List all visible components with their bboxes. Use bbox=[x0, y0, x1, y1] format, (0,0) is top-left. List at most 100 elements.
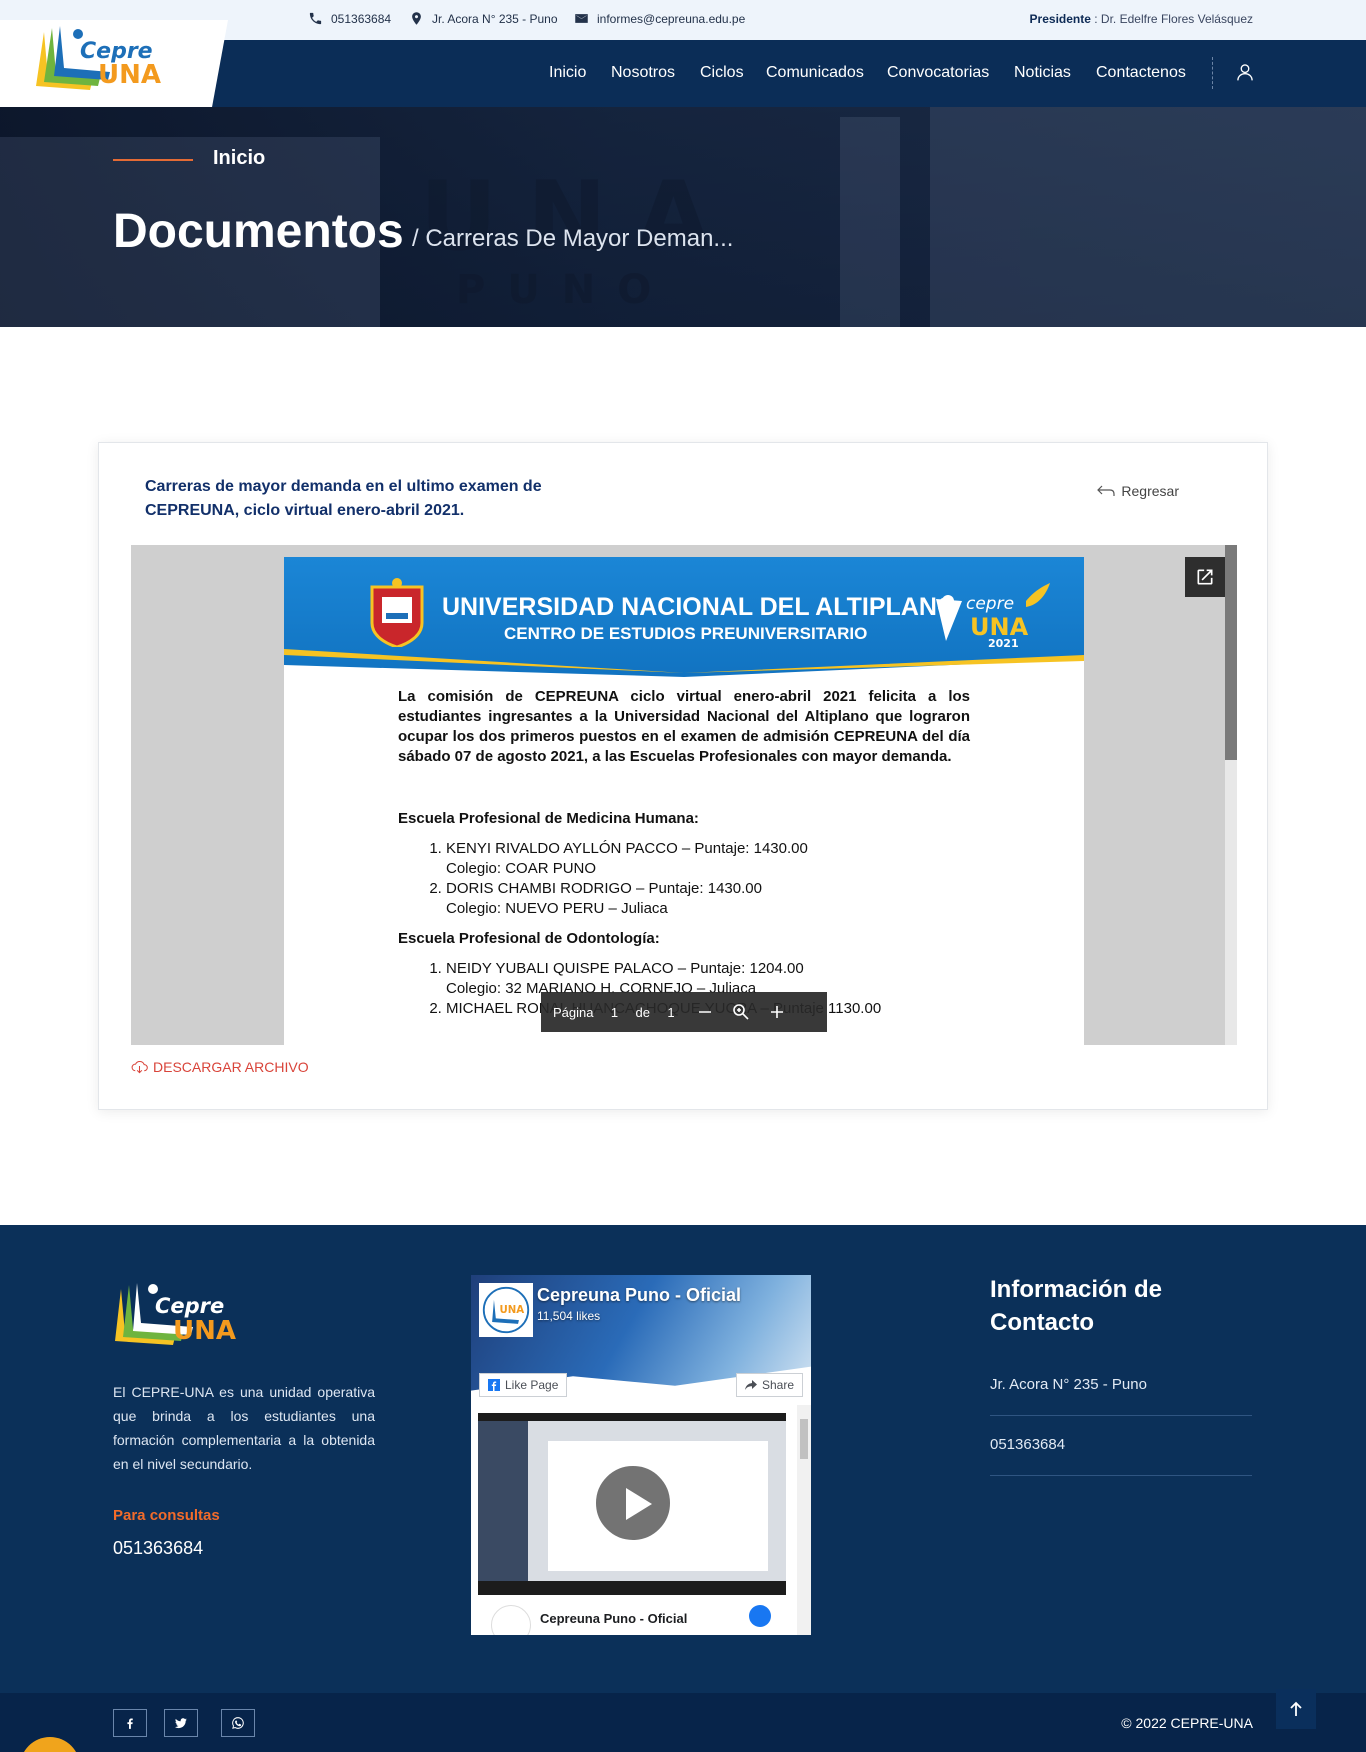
footer-consult-phone[interactable]: 051363684 bbox=[113, 1538, 203, 1559]
pdf-page-input[interactable]: 1 bbox=[603, 1005, 625, 1020]
whatsapp-icon bbox=[232, 1717, 244, 1729]
envelope-icon bbox=[575, 14, 588, 23]
topbar-email-text: informes@cepreuna.edu.pe bbox=[597, 11, 746, 26]
svg-text:UNA: UNA bbox=[500, 1305, 525, 1316]
viewer-scrollbar-thumb[interactable] bbox=[1225, 545, 1237, 760]
pdf-intro-paragraph: La comisión de CEPREUNA ciclo virtual en… bbox=[398, 688, 970, 765]
topbar-email[interactable]: informes@cepreuna.edu.pe bbox=[574, 11, 745, 26]
pdf-viewer[interactable]: UNIVERSIDAD NACIONAL DEL ALTIPLANO CENTR… bbox=[131, 545, 1237, 1045]
logo-una-text: UNA bbox=[98, 60, 161, 90]
fb-feed: Cepreuna Puno - Oficial bbox=[471, 1405, 811, 1635]
user-icon[interactable] bbox=[1235, 62, 1255, 82]
fb-page-likes: 11,504 likes bbox=[537, 1309, 601, 1323]
nav-item-noticias[interactable]: Noticias bbox=[1014, 64, 1071, 82]
topbar-address-text: Jr. Acora N° 235 - Puno bbox=[432, 11, 558, 26]
fb-page-name[interactable]: Cepreuna Puno - Oficial bbox=[537, 1285, 741, 1306]
pdf-of-label: de bbox=[635, 1004, 650, 1020]
topbar-president: Presidente : Dr. Edelfre Flores Velásque… bbox=[1030, 12, 1253, 26]
hero-accent-line bbox=[113, 159, 193, 161]
page-title: Documentos bbox=[113, 205, 404, 258]
twitter-button[interactable] bbox=[164, 1709, 198, 1737]
pdf-student-item: DORIS CHAMBI RODRIGO – Puntaje: 1430.00 C… bbox=[446, 879, 970, 919]
external-link-icon bbox=[1197, 569, 1213, 585]
pdf-student-line: DORIS CHAMBI RODRIGO – Puntaje: 1430.00 bbox=[446, 880, 762, 897]
breadcrumb-home[interactable]: Inicio bbox=[213, 147, 265, 170]
fb-post-avatar bbox=[491, 1605, 531, 1635]
download-button[interactable]: DESCARGAR ARCHIVO bbox=[131, 1059, 309, 1075]
phone-icon bbox=[309, 12, 322, 25]
pdf-school-heading: Escuela Profesional de Odontología: bbox=[398, 930, 660, 947]
zoom-out-button[interactable] bbox=[692, 999, 718, 1025]
site-logo[interactable]: Cepre UNA bbox=[0, 20, 228, 107]
fb-like-button[interactable]: Like Page bbox=[479, 1373, 568, 1397]
play-icon[interactable] bbox=[593, 1463, 673, 1543]
footer-logo-cepre: Cepre bbox=[155, 1294, 224, 1318]
fb-feed-scrollbar-thumb[interactable] bbox=[800, 1419, 808, 1459]
president-name: : Dr. Edelfre Flores Velásquez bbox=[1094, 12, 1253, 26]
nav-item-contactenos[interactable]: Contactenos bbox=[1096, 64, 1186, 82]
back-arrow-icon bbox=[1097, 485, 1116, 496]
facebook-f-icon bbox=[488, 1379, 500, 1391]
pdf-toolbar: Página 1 de 1 bbox=[541, 992, 827, 1032]
topbar-phone-text: 051363684 bbox=[331, 11, 392, 26]
open-external-button[interactable] bbox=[1185, 557, 1225, 597]
viewer-scrollbar[interactable] bbox=[1225, 545, 1237, 1045]
pdf-body: La comisión de CEPREUNA ciclo virtual en… bbox=[398, 687, 970, 1019]
zoom-in-button[interactable] bbox=[764, 999, 790, 1025]
minus-icon bbox=[698, 1011, 711, 1013]
pdf-student-item: KENYI RIVALDO AYLLÓN PACCO – Puntaje: 14… bbox=[446, 839, 970, 879]
back-button[interactable]: Regresar bbox=[1097, 483, 1179, 499]
nav-divider bbox=[1212, 57, 1213, 89]
plus-icon bbox=[770, 1006, 783, 1018]
hero-pillar-2 bbox=[930, 107, 1020, 327]
zoom-fit-button[interactable] bbox=[728, 999, 754, 1025]
nav-item-inicio[interactable]: Inicio bbox=[549, 64, 586, 82]
fb-share-button[interactable]: Share bbox=[735, 1373, 803, 1397]
page-hero: UNA PUNO Inicio Documentos / Carreras De… bbox=[0, 107, 1366, 327]
fb-video-post[interactable] bbox=[478, 1413, 786, 1595]
hero-pillar-1 bbox=[840, 117, 900, 327]
nav-item-comunicados[interactable]: Comunicados bbox=[766, 64, 864, 82]
pdf-student-list: KENYI RIVALDO AYLLÓN PACCO – Puntaje: 14… bbox=[398, 839, 970, 919]
nav-item-ciclos[interactable]: Ciclos bbox=[700, 64, 744, 82]
pdf-student-school: Colegio: COAR PUNO bbox=[446, 860, 597, 877]
footer-contact-address: Jr. Acora N° 235 - Puno bbox=[990, 1376, 1252, 1416]
una-seal-icon bbox=[370, 578, 424, 647]
magnifier-icon bbox=[733, 1004, 749, 1020]
pdf-logo-year: 2021 bbox=[988, 637, 1019, 649]
footer-logo[interactable]: Cepre UNA bbox=[113, 1275, 253, 1355]
whatsapp-button[interactable] bbox=[221, 1709, 255, 1737]
topbar-address: Jr. Acora N° 235 - Puno bbox=[409, 11, 558, 26]
fb-like-label: Like Page bbox=[505, 1378, 559, 1392]
svg-text:cepre: cepre bbox=[966, 594, 1014, 614]
facebook-page-widget[interactable]: UNA Cepreuna Puno - Oficial 11,504 likes… bbox=[471, 1275, 811, 1635]
topbar-phone[interactable]: 051363684 bbox=[308, 11, 391, 26]
copyright-text: © 2022 CEPRE-UNA bbox=[1121, 1715, 1253, 1731]
president-label: Presidente bbox=[1029, 12, 1091, 26]
cepreuna-2021-logo-icon: cepre UNA 2021 bbox=[936, 583, 1050, 649]
fb-post-author[interactable]: Cepreuna Puno - Oficial bbox=[540, 1611, 687, 1626]
nav-item-convocatorias[interactable]: Convocatorias bbox=[887, 64, 989, 82]
nav-item-nosotros[interactable]: Nosotros bbox=[611, 64, 675, 82]
facebook-button[interactable] bbox=[113, 1709, 147, 1737]
footer-description: El CEPRE-UNA es una unidad operativa que… bbox=[113, 1384, 375, 1472]
arrow-up-icon bbox=[1290, 1701, 1302, 1716]
pdf-school-heading: Escuela Profesional de Medicina Humana: bbox=[398, 810, 699, 827]
back-to-top-button[interactable] bbox=[1276, 1689, 1316, 1729]
fb-page-avatar[interactable]: UNA bbox=[479, 1283, 533, 1337]
footer-contact-phone[interactable]: 051363684 bbox=[990, 1436, 1252, 1476]
footer-bottom-bar: © 2022 CEPRE-UNA bbox=[0, 1693, 1366, 1752]
facebook-icon bbox=[127, 1718, 133, 1729]
facebook-icon bbox=[749, 1605, 771, 1627]
hero-bg-una-letters: UNA bbox=[420, 162, 741, 272]
pdf-page-total: 1 bbox=[667, 1004, 675, 1020]
footer-contact-title: Información de Contacto bbox=[990, 1276, 1163, 1336]
footer-logo-una: UNA bbox=[173, 1316, 236, 1346]
fb-feed-scrollbar[interactable] bbox=[797, 1405, 811, 1635]
hero-bg-puno-letters: PUNO bbox=[456, 267, 674, 313]
pdf-university-name: UNIVERSIDAD NACIONAL DEL ALTIPLANO bbox=[442, 593, 957, 621]
download-button-label: DESCARGAR ARCHIVO bbox=[153, 1059, 309, 1075]
cepreuna-logo-icon: Cepre UNA bbox=[36, 26, 161, 90]
location-icon bbox=[412, 12, 421, 25]
pdf-student-school: Colegio: NUEVO PERU – Juliaca bbox=[446, 900, 668, 917]
